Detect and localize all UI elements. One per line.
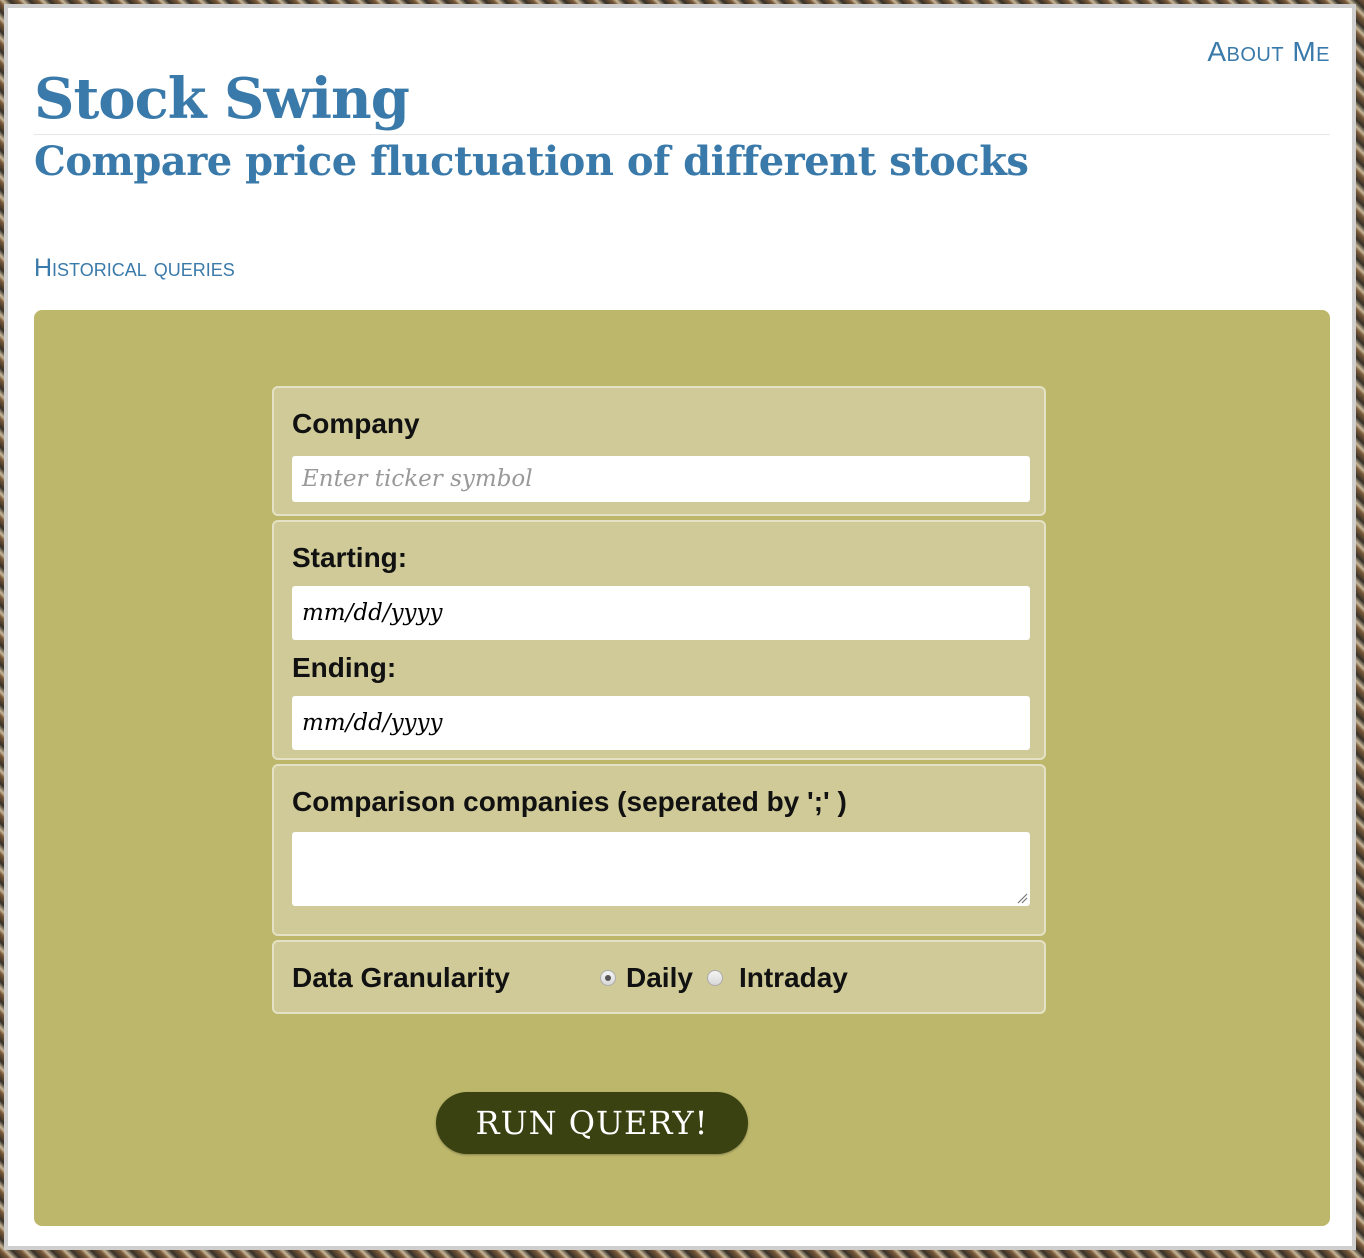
query-form-panel: Company Enter ticker symbol Starting: mm…: [34, 310, 1330, 1226]
daily-label: Daily: [626, 962, 693, 993]
company-label: Company: [292, 408, 420, 439]
about-me-link[interactable]: About Me: [1207, 36, 1330, 68]
comparison-label: Comparison companies (seperated by ';' ): [292, 786, 847, 817]
date-range-fieldset: Starting: mm/dd/yyyy Ending: mm/dd/yyyy: [272, 520, 1046, 760]
ending-label: Ending:: [292, 652, 397, 683]
comparison-textarea[interactable]: [292, 832, 1030, 906]
intraday-label: Intraday: [738, 962, 848, 993]
intraday-radio[interactable]: [706, 970, 723, 986]
resize-handle-icon[interactable]: [1016, 892, 1028, 904]
granularity-options: Daily Intraday: [600, 962, 848, 994]
granularity-label: Data Granularity: [292, 962, 510, 993]
starting-date-value: mm/dd/yyyy: [302, 600, 443, 626]
company-input-placeholder: Enter ticker symbol: [302, 466, 533, 492]
page-title: Stock Swing: [34, 66, 410, 132]
daily-radio[interactable]: [600, 970, 616, 986]
company-fieldset: Company Enter ticker symbol: [272, 386, 1046, 516]
page: About Me Stock Swing Compare price fluct…: [4, 4, 1356, 1250]
starting-label: Starting:: [292, 542, 408, 573]
starting-date-input[interactable]: mm/dd/yyyy: [292, 586, 1030, 640]
comparison-fieldset: Comparison companies (seperated by ';' ): [272, 764, 1046, 936]
run-query-button[interactable]: RUN QUERY!: [436, 1092, 748, 1154]
page-subtitle: Compare price fluctuation of different s…: [34, 138, 1029, 185]
ending-date-input[interactable]: mm/dd/yyyy: [292, 696, 1030, 750]
granularity-fieldset: Data Granularity Daily Intraday: [272, 940, 1046, 1014]
company-input[interactable]: Enter ticker symbol: [292, 456, 1030, 502]
ending-date-value: mm/dd/yyyy: [302, 710, 443, 736]
title-divider: [34, 134, 1330, 135]
historical-queries-link[interactable]: Historical queries: [34, 254, 235, 283]
